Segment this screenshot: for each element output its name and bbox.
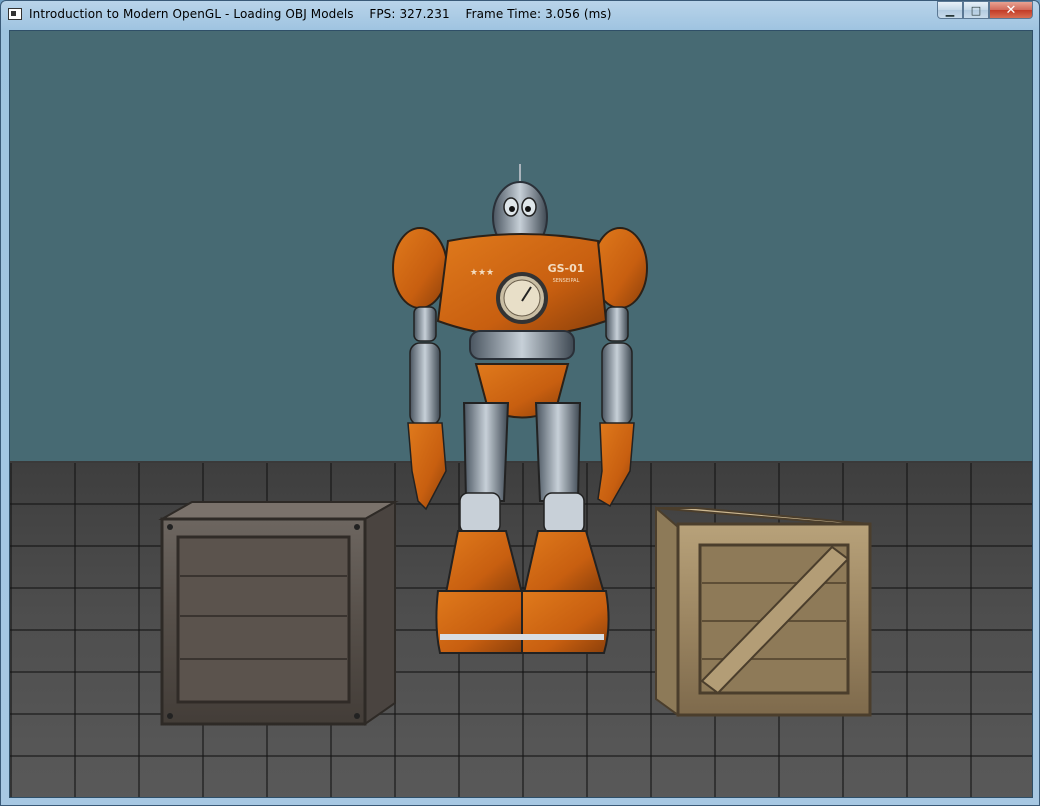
dark-wooden-crate <box>158 500 399 726</box>
maximize-button[interactable]: □ <box>963 1 989 19</box>
window-controls: ▁ □ ✕ <box>937 1 1033 19</box>
scene-objects: GS-01 SENSEIPAL ★★★ <box>158 164 872 726</box>
robot-model: GS-01 SENSEIPAL ★★★ <box>392 164 648 654</box>
robot-chest-label: GS-01 <box>548 262 585 275</box>
minimize-icon: ▁ <box>945 3 955 17</box>
window-title: Introduction to Modern OpenGL - Loading … <box>29 7 612 21</box>
window-title-text: Introduction to Modern OpenGL - Loading … <box>29 7 354 21</box>
light-wooden-crate <box>655 505 872 717</box>
close-button[interactable]: ✕ <box>989 1 1033 19</box>
title-bar[interactable]: Introduction to Modern OpenGL - Loading … <box>1 1 1039 29</box>
app-window-icon[interactable] <box>8 8 22 20</box>
opengl-viewport[interactable]: GS-01 SENSEIPAL ★★★ <box>9 30 1033 798</box>
minimize-button[interactable]: ▁ <box>937 1 963 19</box>
robot-chest-stars: ★★★ <box>470 268 494 278</box>
fps-readout: FPS: 327.231 <box>369 7 450 21</box>
app-window: Introduction to Modern OpenGL - Loading … <box>0 0 1040 806</box>
maximize-icon: □ <box>970 3 982 17</box>
robot-chest-sublabel: SENSEIPAL <box>553 278 580 284</box>
frame-time-readout: Frame Time: 3.056 (ms) <box>465 7 612 21</box>
close-icon: ✕ <box>1005 2 1017 18</box>
